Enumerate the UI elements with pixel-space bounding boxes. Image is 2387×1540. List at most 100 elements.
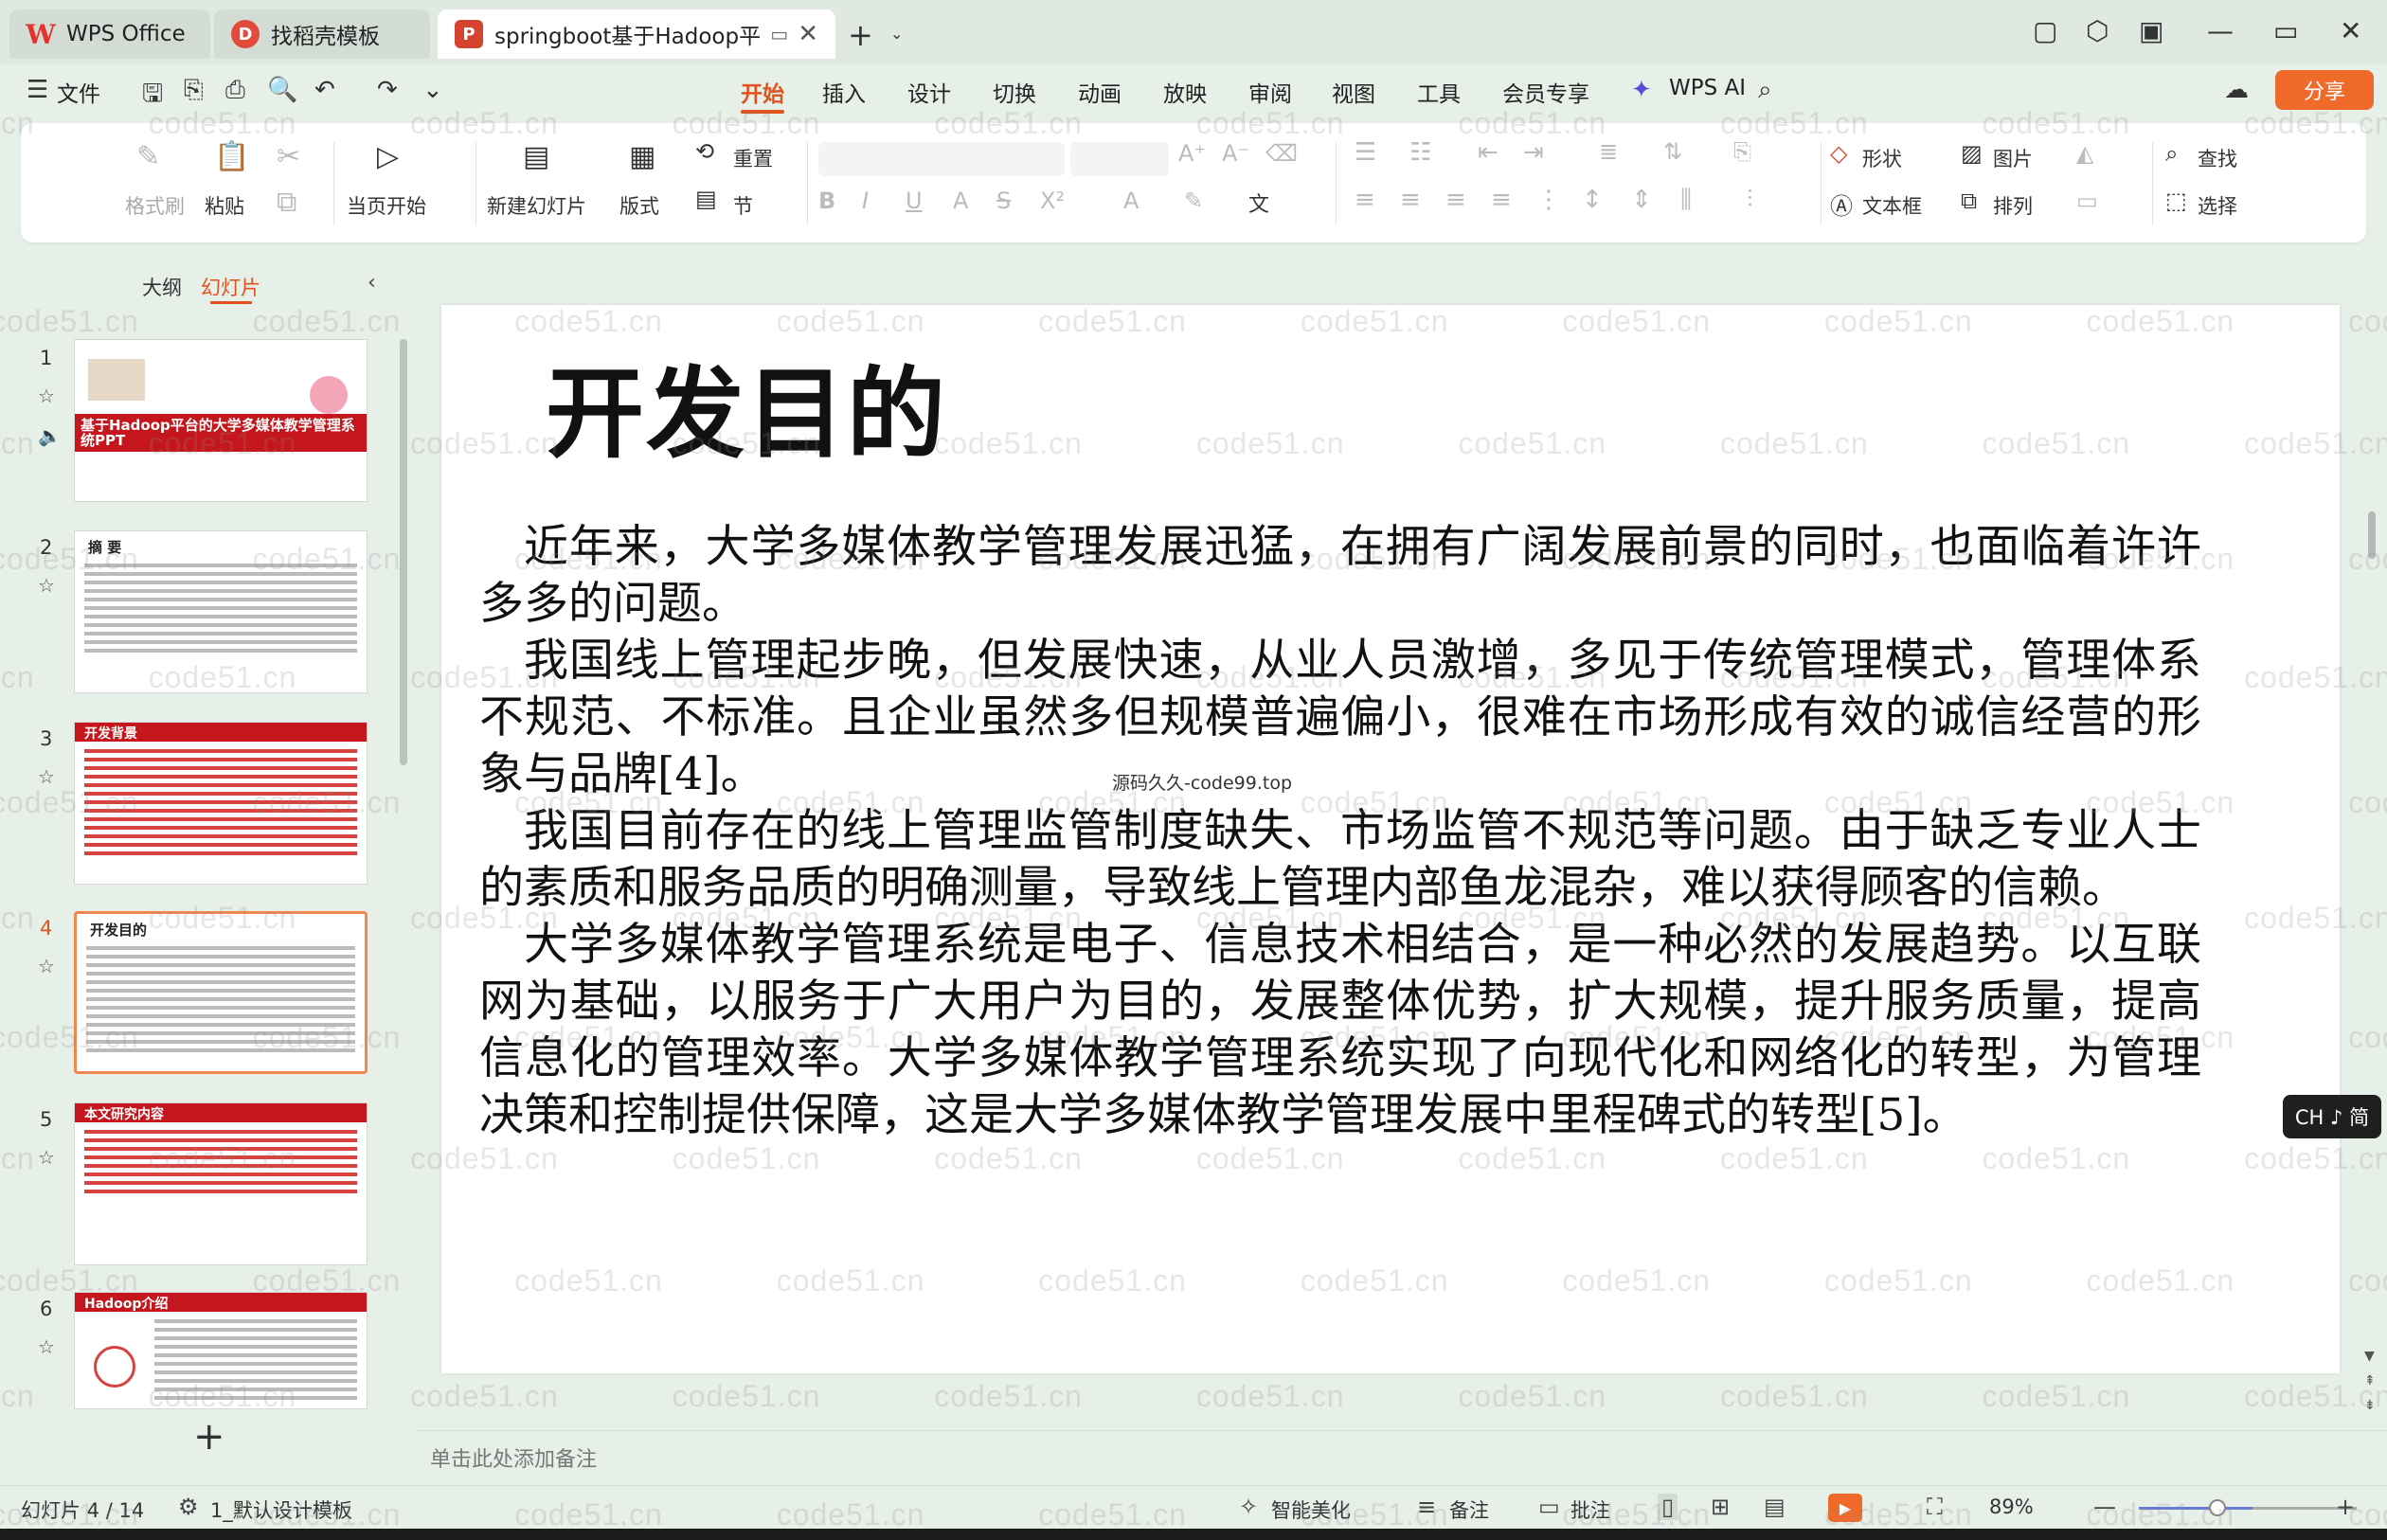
underline-icon[interactable]: U	[906, 188, 923, 214]
tab-template[interactable]: D 找稻壳模板	[214, 9, 430, 59]
new-slide-button[interactable]: 新建幻灯片	[487, 191, 586, 220]
bullets-icon[interactable]: ☰	[1355, 138, 1376, 167]
print-icon[interactable]: ⎙	[225, 76, 245, 105]
justify-icon[interactable]: ≡	[1491, 186, 1512, 214]
customize-chevron-icon[interactable]: ⌄	[422, 76, 443, 104]
slide-thumbnail-2[interactable]: 摘 要	[74, 530, 368, 693]
close-window-icon[interactable]: ✕	[2340, 15, 2361, 46]
menu-tab-slideshow[interactable]: 放映	[1163, 76, 1207, 108]
reset-button[interactable]: 重置	[733, 144, 773, 172]
zoom-slider-knob[interactable]	[2209, 1499, 2226, 1516]
thumbnail-scrollbar[interactable]	[400, 339, 407, 765]
shape-button[interactable]: 形状	[1862, 144, 1902, 172]
cloud-icon[interactable]: ☁	[2224, 76, 2249, 104]
scroll-down-icon[interactable]: ▼	[2364, 1349, 2375, 1364]
distribute-icon[interactable]: ⋮	[1536, 186, 1561, 214]
slide-thumbnail-4[interactable]: 开发目的	[74, 911, 368, 1074]
find-button[interactable]: 查找	[2198, 144, 2237, 172]
menu-tab-transition[interactable]: 切换	[993, 76, 1036, 108]
hamburger-icon[interactable]: ☰	[27, 76, 48, 104]
menu-tab-insert[interactable]: 插入	[822, 76, 866, 108]
line-spacing-icon[interactable]: ↕	[1582, 186, 1603, 214]
decrease-font-icon[interactable]: A⁻	[1222, 140, 1249, 167]
normal-view-icon[interactable]: ▯	[1658, 1494, 1678, 1520]
slide-canvas[interactable]: 开发目的 近年来，大学多媒体教学管理发展迅猛，在拥有广阔发展前景的同时，也面临着…	[441, 305, 2340, 1373]
outline-icon[interactable]: ▭	[2076, 188, 2098, 214]
zoom-slider-fill[interactable]	[2139, 1507, 2252, 1510]
tab-wps-office[interactable]: W WPS Office	[9, 9, 210, 59]
play-slideshow-button[interactable]: ▶	[1828, 1494, 1862, 1522]
menu-file[interactable]: 文件	[57, 76, 100, 108]
window-layout-icon[interactable]: ▢	[2033, 15, 2057, 46]
star-icon[interactable]: ☆	[38, 765, 55, 788]
picture-button[interactable]: 图片	[1993, 144, 2033, 172]
slide-body-textbox[interactable]: 近年来，大学多媒体教学管理发展迅猛，在拥有广阔发展前景的同时，也面临着许许多多的…	[479, 519, 2201, 1144]
slide-title[interactable]: 开发目的	[546, 333, 947, 476]
zoom-in-icon[interactable]: +	[2336, 1494, 2355, 1520]
numbering-icon[interactable]: ☷	[1409, 138, 1431, 167]
star-icon[interactable]: ☆	[38, 385, 55, 407]
zoom-out-icon[interactable]: —	[2093, 1494, 2116, 1520]
star-icon[interactable]: ☆	[38, 574, 55, 597]
align-right-icon[interactable]: ≡	[1445, 186, 1466, 214]
menu-tab-view[interactable]: 视图	[1332, 76, 1375, 108]
cube-icon[interactable]: ⬡	[2086, 15, 2109, 46]
italic-icon[interactable]: I	[862, 188, 869, 214]
next-slide-icon[interactable]: ⇟	[2364, 1398, 2376, 1413]
sort-icon[interactable]: ⇅	[1663, 138, 1682, 165]
slide-thumbnail-6[interactable]: Hadoop介绍	[74, 1292, 368, 1409]
indent-icon[interactable]: ⇥	[1523, 138, 1544, 167]
notes-pane[interactable]: 单击此处添加备注	[417, 1430, 2387, 1483]
add-slide-button[interactable]: +	[193, 1415, 225, 1459]
bold-icon[interactable]: B	[818, 188, 835, 214]
font-family-select[interactable]	[818, 142, 1065, 176]
play-from-current-button[interactable]: 当页开始	[347, 191, 426, 220]
shadow-icon[interactable]: A	[953, 188, 968, 214]
convert-icon[interactable]: ⎘	[1733, 138, 1751, 165]
reading-view-icon[interactable]: ▤	[1764, 1494, 1786, 1520]
strikethrough-icon[interactable]: S	[996, 188, 1011, 214]
screen-icon[interactable]: ▭	[770, 23, 788, 45]
star-icon[interactable]: ☆	[38, 955, 55, 977]
theme-name[interactable]: 1_默认设计模板	[210, 1495, 352, 1524]
fit-window-icon[interactable]: ⛶	[1927, 1494, 1943, 1520]
close-tab-icon[interactable]: ✕	[798, 20, 818, 48]
copy-icon[interactable]: ⧉	[277, 186, 296, 219]
comment-button[interactable]: 批注	[1570, 1495, 1610, 1524]
font-color-icon[interactable]: A	[1123, 188, 1139, 214]
font-size-select[interactable]	[1070, 142, 1169, 176]
align-left-icon[interactable]: ≡	[1355, 186, 1375, 214]
zoom-level[interactable]: 89%	[1989, 1495, 2034, 1518]
slide-thumbnail-1[interactable]: 基于Hadoop平台的大学多媒体教学管理系统PPT	[74, 339, 368, 502]
select-button[interactable]: 选择	[2198, 191, 2237, 220]
paragraph-spacing-icon[interactable]: ⇕	[1631, 186, 1652, 214]
tab-list-chevron-icon[interactable]: ⌄	[890, 25, 903, 43]
menu-tab-review[interactable]: 审阅	[1248, 76, 1292, 108]
notes-button[interactable]: 备注	[1449, 1495, 1489, 1524]
star-icon[interactable]: ☆	[38, 1146, 55, 1169]
cut-icon[interactable]: ✂	[277, 140, 300, 173]
text-direction-icon[interactable]: ≣	[1599, 138, 1618, 165]
layout-button[interactable]: 版式	[619, 191, 659, 220]
outdent-icon[interactable]: ⇤	[1478, 138, 1499, 167]
menu-tab-design[interactable]: 设计	[907, 76, 951, 108]
minimize-icon[interactable]: —	[2207, 15, 2234, 46]
format-painter-button[interactable]: 格式刷	[125, 191, 185, 220]
maximize-icon[interactable]: ▭	[2273, 15, 2298, 46]
share-button[interactable]: 分享	[2275, 70, 2374, 110]
fill-icon[interactable]: ◭	[2076, 140, 2093, 167]
tab-slides[interactable]: 幻灯片	[201, 273, 260, 301]
search-icon[interactable]: ⌕	[1758, 76, 1772, 105]
highlight-icon[interactable]: ✎	[1184, 188, 1203, 214]
superscript-icon[interactable]: X²	[1040, 188, 1065, 214]
vertical-align-icon[interactable]: ⫶	[1747, 186, 1753, 215]
redo-icon[interactable]: ↷	[377, 76, 398, 104]
undo-icon[interactable]: ↶	[314, 76, 335, 104]
avatar[interactable]: ▣	[2139, 15, 2163, 46]
slide-thumbnail-3[interactable]: 开发背景	[74, 722, 368, 885]
prev-slide-icon[interactable]: ⇞	[2364, 1373, 2376, 1388]
arrange-button[interactable]: 排列	[1993, 191, 2033, 220]
columns-icon[interactable]: ⫼	[1680, 186, 1692, 215]
new-tab-button[interactable]: +	[848, 17, 873, 53]
align-center-icon[interactable]: ≡	[1400, 186, 1421, 214]
